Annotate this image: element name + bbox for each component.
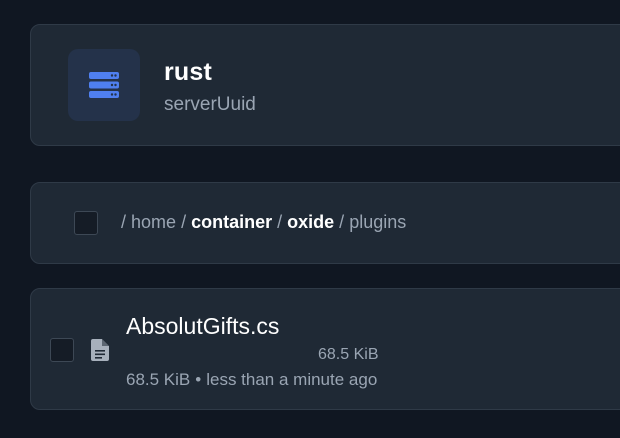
breadcrumb-separator: / <box>121 212 132 232</box>
breadcrumb-container[interactable]: container <box>191 212 272 232</box>
breadcrumb: / home / container / oxide / plugins <box>121 212 406 233</box>
file-document-icon <box>91 339 109 361</box>
file-modified: less than a minute ago <box>206 370 378 389</box>
breadcrumb-separator: / <box>277 212 288 232</box>
file-size-secondary: 68.5 KiB <box>126 370 191 389</box>
meta-separator: • <box>195 370 202 389</box>
breadcrumb-separator: / <box>339 212 350 232</box>
file-select-checkbox[interactable] <box>50 338 74 362</box>
select-all-checkbox[interactable] <box>74 211 98 235</box>
breadcrumb-plugins: plugins <box>349 212 407 232</box>
server-icon-tile <box>68 49 140 121</box>
file-meta: 68.5 KiB • less than a minute ago <box>126 370 377 390</box>
breadcrumb-separator: / <box>181 212 192 232</box>
file-row[interactable]: AbsolutGifts.cs 68.5 KiB 68.5 KiB • less t… <box>30 288 620 410</box>
breadcrumb-oxide[interactable]: oxide <box>287 212 334 232</box>
file-size: 68.5 KiB <box>318 346 379 363</box>
breadcrumb-home[interactable]: home <box>131 212 176 232</box>
breadcrumb-card: / home / container / oxide / plugins <box>30 182 620 264</box>
server-name: rust <box>164 58 213 86</box>
file-name[interactable]: AbsolutGifts.cs <box>126 313 279 340</box>
server-rack-icon <box>89 72 119 98</box>
server-uuid: serverUuid <box>164 94 256 115</box>
server-header-card: rust serverUuid <box>30 24 620 146</box>
